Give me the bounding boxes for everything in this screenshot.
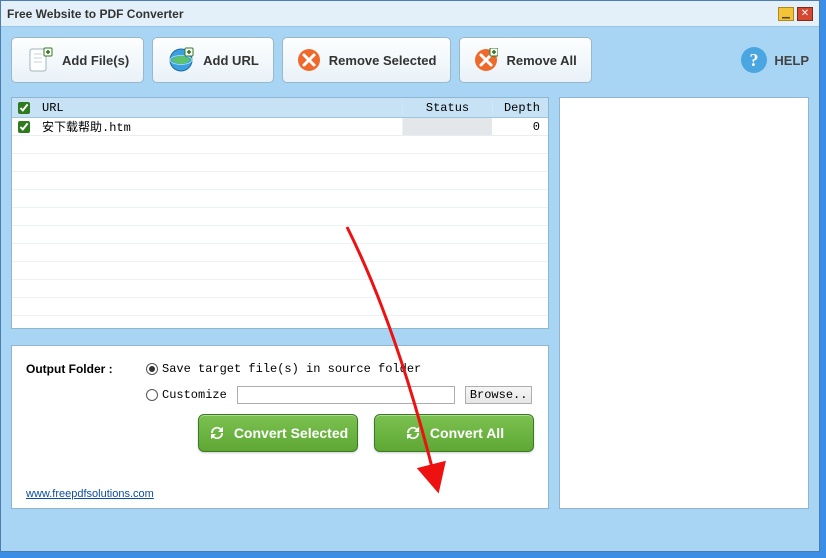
remove-icon [297,48,321,72]
cell-depth: 0 [492,120,548,134]
grid-header: URL Status Depth [12,98,548,118]
button-label: Add URL [203,53,259,68]
help-icon: ? [740,46,768,74]
svg-text:?: ? [750,50,759,70]
window-title: Free Website to PDF Converter [7,7,775,21]
browse-button[interactable]: Browse.. [465,386,533,404]
left-column: URL Status Depth 安下载帮助.htm 0 [11,97,549,509]
vendor-link[interactable]: www.freepdfsolutions.com [26,488,154,500]
row-checkbox[interactable] [18,121,30,133]
grid-body: 安下载帮助.htm 0 [12,118,548,328]
globe-add-icon [167,46,195,74]
preview-panel [559,97,809,509]
refresh-icon [404,424,422,442]
empty-rows [12,136,548,316]
file-grid: URL Status Depth 安下载帮助.htm 0 [11,97,549,329]
cell-status [402,118,492,135]
close-button[interactable]: ✕ [797,7,813,21]
refresh-icon [208,424,226,442]
add-url-button[interactable]: Add URL [152,37,274,83]
button-label: Convert Selected [234,425,348,441]
button-label: Remove Selected [329,53,437,68]
content-area: Add File(s) Add URL Remove Selected Remo… [1,27,819,519]
radio-customize[interactable]: Customize [146,388,227,402]
output-folder-label: Output Folder : [26,362,136,376]
output-path-input[interactable] [237,386,455,404]
output-panel: Output Folder : Save target file(s) in s… [11,345,549,509]
titlebar: Free Website to PDF Converter ▁ ✕ [1,1,819,27]
convert-all-button[interactable]: Convert All [374,414,534,452]
add-files-button[interactable]: Add File(s) [11,37,144,83]
convert-selected-button[interactable]: Convert Selected [198,414,358,452]
header-url[interactable]: URL [36,101,402,115]
button-label: Remove All [506,53,576,68]
remove-selected-button[interactable]: Remove Selected [282,37,452,83]
toolbar: Add File(s) Add URL Remove Selected Remo… [11,37,809,83]
minimize-button[interactable]: ▁ [778,7,794,21]
cell-url: 安下载帮助.htm [36,118,402,135]
header-status[interactable]: Status [402,101,492,115]
file-add-icon [26,46,54,74]
radio-source-folder[interactable]: Save target file(s) in source folder [146,362,421,376]
select-all-checkbox[interactable] [18,102,30,114]
button-label: HELP [774,53,809,68]
table-row[interactable]: 安下载帮助.htm 0 [12,118,548,136]
help-button[interactable]: ? HELP [740,46,809,74]
button-label: Convert All [430,425,504,441]
main-area: URL Status Depth 安下载帮助.htm 0 [11,97,809,509]
header-depth[interactable]: Depth [492,101,548,115]
remove-all-button[interactable]: Remove All [459,37,591,83]
remove-all-icon [474,48,498,72]
button-label: Add File(s) [62,53,129,68]
app-window: Free Website to PDF Converter ▁ ✕ Add Fi… [0,0,820,552]
